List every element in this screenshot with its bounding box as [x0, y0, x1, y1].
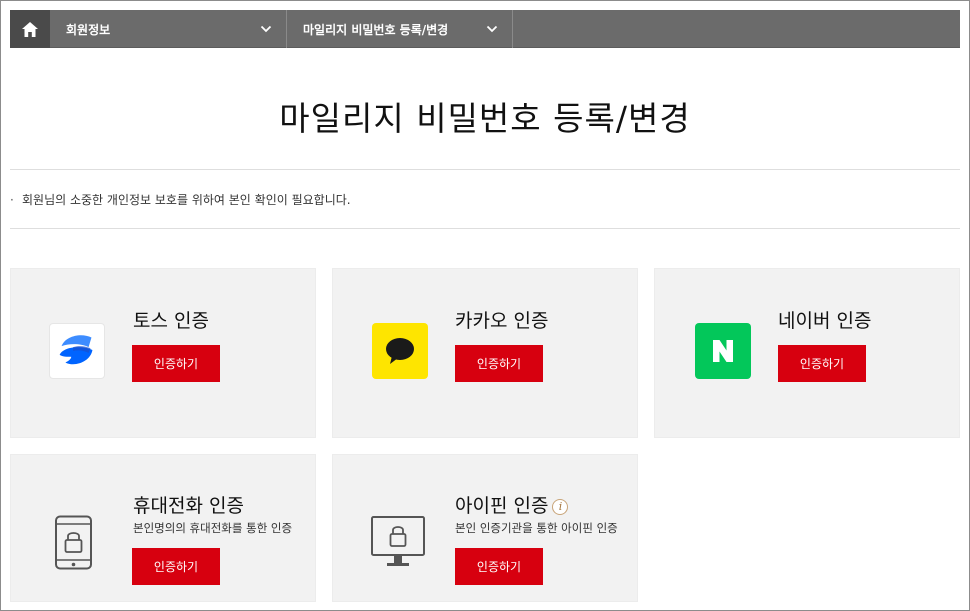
- auth-card-toss: 토스 인증 인증하기: [10, 268, 316, 438]
- card-title: 휴대전화 인증: [133, 495, 244, 517]
- monitor-lock-icon: [370, 515, 428, 571]
- card-title: 카카오 인증: [455, 310, 549, 332]
- phone-verify-button[interactable]: 인증하기: [132, 548, 220, 585]
- card-subtitle: 본인명의의 휴대전화를 통한 인증: [133, 521, 293, 535]
- toss-logo-icon: [49, 323, 105, 379]
- card-title: 아이핀 인증: [455, 495, 549, 517]
- auth-card-kakao: 카카오 인증 인증하기: [332, 268, 638, 438]
- info-icon[interactable]: i: [552, 499, 569, 515]
- card-title-row: 아이핀 인증 i: [455, 491, 569, 518]
- nav-dropdown-label: 마일리지 비밀번호 등록/변경: [303, 22, 449, 37]
- nav-dropdown-mileage-password[interactable]: 마일리지 비밀번호 등록/변경: [287, 10, 513, 48]
- auth-card-phone: 휴대전화 인증 본인명의의 휴대전화를 통한 인증 인증하기: [10, 454, 316, 602]
- notice-text-row: · 회원님의 소중한 개인정보 보호를 위하여 본인 확인이 필요합니다.: [10, 191, 351, 208]
- naver-verify-button[interactable]: 인증하기: [778, 345, 866, 382]
- ipin-verify-button[interactable]: 인증하기: [455, 548, 543, 585]
- home-button[interactable]: [10, 10, 50, 48]
- chevron-down-icon: [486, 25, 498, 33]
- phone-lock-icon: [54, 515, 94, 571]
- toss-verify-button[interactable]: 인증하기: [132, 345, 220, 382]
- auth-card-ipin: 아이핀 인증 i 본인 인증기관을 통한 아이핀 인증 인증하기: [332, 454, 638, 602]
- divider: [10, 169, 960, 170]
- chevron-down-icon: [260, 25, 272, 33]
- kakao-verify-button[interactable]: 인증하기: [455, 345, 543, 382]
- home-icon: [22, 21, 38, 37]
- notice-bullet: ·: [10, 193, 14, 207]
- notice-text: 회원님의 소중한 개인정보 보호를 위하여 본인 확인이 필요합니다.: [22, 193, 351, 207]
- nav-dropdown-label: 회원정보: [66, 22, 111, 37]
- auth-card-naver: 네이버 인증 인증하기: [654, 268, 960, 438]
- top-nav-bar: 회원정보 마일리지 비밀번호 등록/변경: [10, 10, 960, 48]
- nav-dropdown-member-info[interactable]: 회원정보: [50, 10, 287, 48]
- card-subtitle: 본인 인증기관을 통한 아이핀 인증: [455, 521, 618, 535]
- naver-logo-icon: [695, 323, 751, 379]
- card-title: 토스 인증: [133, 310, 209, 332]
- page-title: 마일리지 비밀번호 등록/변경: [279, 99, 691, 138]
- card-title: 네이버 인증: [778, 310, 872, 332]
- divider: [10, 228, 960, 229]
- kakao-logo-icon: [372, 323, 428, 379]
